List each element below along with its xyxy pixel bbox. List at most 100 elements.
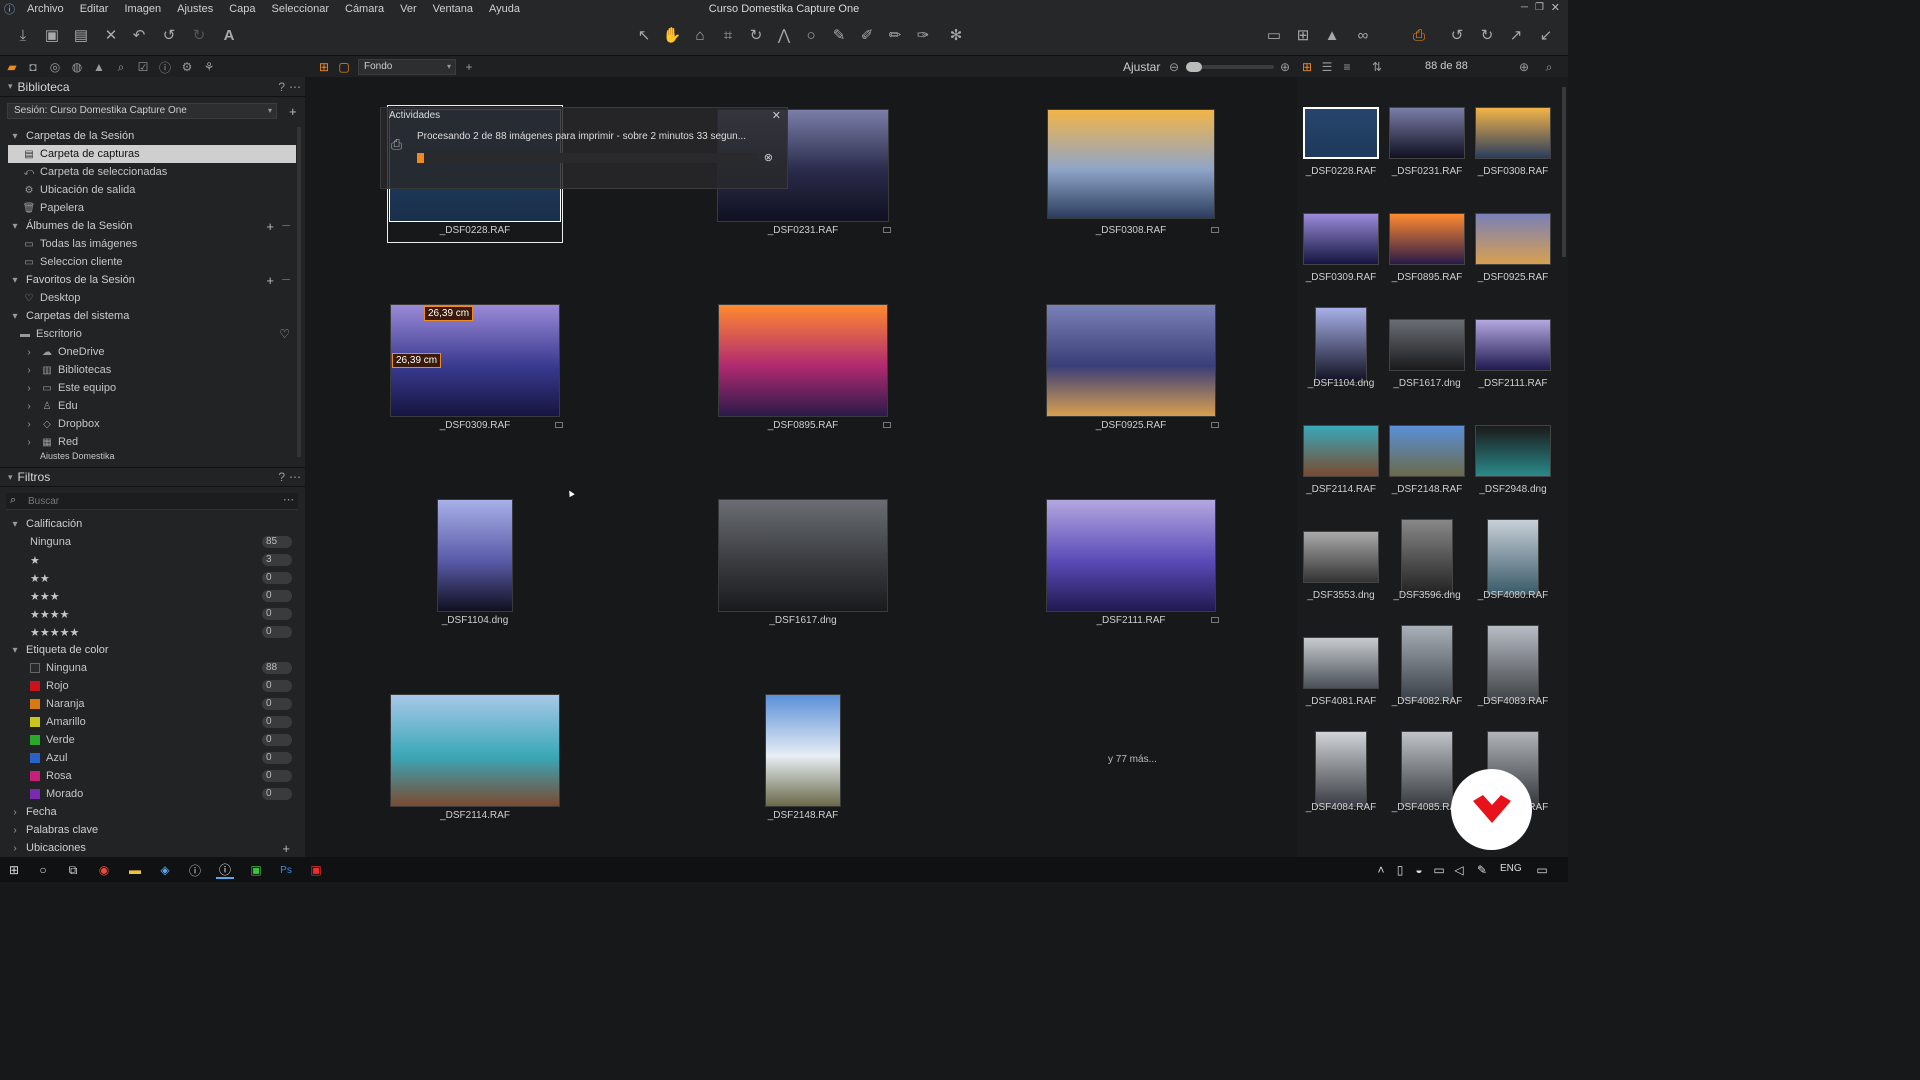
- zoom-out-icon[interactable]: ⊖: [1166, 59, 1182, 75]
- rating-filter-1[interactable]: ★ 3: [8, 551, 296, 569]
- menu-editar[interactable]: Editar: [72, 3, 117, 15]
- browser-grid-icon[interactable]: ⊞: [1299, 59, 1315, 75]
- cancel-activity-icon[interactable]: ⊗: [764, 151, 773, 164]
- eraser-icon[interactable]: ✏: [884, 24, 906, 46]
- minimize-icon[interactable]: ─: [1521, 2, 1528, 13]
- system-folder-este-equipo[interactable]: › ▭ Este equipo: [8, 379, 296, 397]
- print-icon[interactable]: ⎙: [1408, 24, 1430, 46]
- help-icon[interactable]: ?: [278, 80, 285, 94]
- filter-fecha[interactable]: › Fecha: [8, 803, 296, 821]
- camera-icon[interactable]: ▣: [41, 24, 63, 46]
- background-select[interactable]: Fondo ▾: [358, 59, 456, 75]
- browser-thumbnail[interactable]: [1315, 731, 1367, 807]
- monitor-icon[interactable]: ▭: [1430, 861, 1448, 879]
- browser-list-icon[interactable]: ☰: [1319, 59, 1335, 75]
- menu-camara[interactable]: Cámara: [337, 3, 392, 15]
- heart-icon[interactable]: ♡: [279, 327, 290, 341]
- session-folder-selects[interactable]: ⤺ Carpeta de seleccionadas: [8, 163, 296, 181]
- chrome-icon[interactable]: ◉: [95, 861, 113, 879]
- viewer-thumbnail[interactable]: [765, 694, 841, 807]
- text-icon[interactable]: A: [218, 24, 240, 46]
- filters-header[interactable]: ▾ Filtros ? ⋯: [0, 467, 305, 487]
- library-header[interactable]: ▾ Biblioteca ? ⋯: [0, 77, 305, 97]
- pen-icon[interactable]: ✎: [1473, 861, 1491, 879]
- sort-icon[interactable]: ⇅: [1369, 59, 1385, 75]
- albums-header[interactable]: ▾ Álbumes de la Sesión + ─: [8, 217, 296, 235]
- battery-icon[interactable]: ▯: [1391, 861, 1409, 879]
- zoom-fit-label[interactable]: Ajustar: [1123, 60, 1160, 74]
- browser-thumbnail[interactable]: [1475, 425, 1551, 477]
- library-scrollbar[interactable]: [297, 127, 301, 457]
- filter-locations[interactable]: › Ubicaciones +: [8, 839, 296, 857]
- color-filter-row[interactable]: Verde 0: [8, 731, 296, 749]
- language-indicator[interactable]: ENG: [1500, 863, 1522, 874]
- color-filter-row[interactable]: Ninguna 88: [8, 659, 296, 677]
- rating-header[interactable]: ▾ Calificación: [8, 515, 296, 533]
- circle-icon[interactable]: ○: [800, 24, 822, 46]
- app-icon[interactable]: ◈: [156, 861, 174, 879]
- viewer-thumbnail[interactable]: [437, 499, 513, 612]
- more-icon[interactable]: ⋯: [289, 470, 301, 484]
- rating-filter-5[interactable]: ★★★★★ 0: [8, 623, 296, 641]
- close-icon[interactable]: ✕: [772, 109, 781, 122]
- rotate-left-icon[interactable]: ↺: [1446, 24, 1468, 46]
- browser-thumbnail[interactable]: [1475, 319, 1551, 371]
- grid-icon[interactable]: ⊞: [1292, 24, 1314, 46]
- menu-archivo[interactable]: Archivo: [19, 3, 72, 15]
- viewer-thumbnail[interactable]: [1046, 304, 1216, 417]
- single-view-icon[interactable]: ▢: [336, 59, 352, 75]
- zoom-in-icon[interactable]: ⊕: [1277, 59, 1293, 75]
- rating-filter-2[interactable]: ★★ 0: [8, 569, 296, 587]
- viewer-thumbnail[interactable]: [718, 499, 888, 612]
- browser-thumbnail[interactable]: [1303, 637, 1379, 689]
- menu-ayuda[interactable]: Ayuda: [481, 3, 528, 15]
- exposure-tab-icon[interactable]: ▲: [91, 59, 107, 75]
- color-tag-header[interactable]: ▾ Etiqueta de color: [8, 641, 296, 659]
- viewer-thumbnail[interactable]: [1046, 499, 1216, 612]
- viewer-thumbnail[interactable]: [390, 694, 560, 807]
- browser-thumbnail[interactable]: [1389, 107, 1465, 159]
- rotate-right-icon[interactable]: ↻: [1476, 24, 1498, 46]
- more-icon[interactable]: ⋯: [283, 493, 294, 506]
- session-folders-header[interactable]: ▾ Carpetas de la Sesión: [8, 127, 296, 145]
- browser-thumbnail[interactable]: [1303, 107, 1379, 159]
- add-icon[interactable]: +: [289, 104, 297, 119]
- browser-thumbnail[interactable]: [1389, 425, 1465, 477]
- add-icon[interactable]: +: [266, 219, 274, 234]
- browser-thumbnail[interactable]: [1487, 625, 1539, 701]
- capture-one-icon[interactable]: ⓘ: [186, 861, 204, 879]
- details-tab-icon[interactable]: ⌕: [113, 59, 129, 75]
- restore-icon[interactable]: ❐: [1535, 2, 1544, 13]
- photoshop-icon[interactable]: Ps: [277, 861, 295, 879]
- chevron-up-icon[interactable]: ˄: [1372, 861, 1390, 879]
- undo-icon[interactable]: ↺: [158, 24, 180, 46]
- minus-icon[interactable]: ─: [282, 274, 290, 286]
- hand-icon[interactable]: ✋: [661, 24, 683, 46]
- expand-icon[interactable]: ↗: [1505, 24, 1527, 46]
- browser-details-icon[interactable]: ≡: [1339, 59, 1355, 75]
- system-folder-escritorio[interactable]: ▬ Escritorio ♡: [8, 325, 296, 343]
- gradient-icon[interactable]: ✑: [912, 24, 934, 46]
- favorite-desktop[interactable]: ♡ Desktop: [8, 289, 296, 307]
- capture-one-active-icon[interactable]: ⓘ: [216, 861, 234, 879]
- task-view-icon[interactable]: ⧉: [64, 861, 82, 879]
- add-icon[interactable]: +: [461, 59, 477, 75]
- windows-start-icon[interactable]: ⊞: [5, 861, 23, 879]
- close-window-icon[interactable]: ✕: [1551, 1, 1560, 14]
- browser-thumbnail[interactable]: [1401, 519, 1453, 595]
- menu-seleccionar[interactable]: Seleccionar: [264, 3, 337, 15]
- output-tab-icon[interactable]: ⚙: [179, 59, 195, 75]
- browser-thumbnail[interactable]: [1315, 307, 1367, 383]
- pointer-icon[interactable]: ↖: [633, 24, 655, 46]
- rotate-icon[interactable]: ↻: [745, 24, 767, 46]
- batch-tab-icon[interactable]: ⚘: [201, 59, 217, 75]
- undo-icon[interactable]: ↶: [128, 24, 150, 46]
- rating-filter-3[interactable]: ★★★ 0: [8, 587, 296, 605]
- notification-icon[interactable]: ▭: [1533, 861, 1551, 879]
- download-icon[interactable]: ⤓: [12, 24, 34, 46]
- file-explorer-icon[interactable]: ▬: [126, 861, 144, 879]
- color-filter-row[interactable]: Azul 0: [8, 749, 296, 767]
- system-folder-edu[interactable]: › ♙ Edu: [8, 397, 296, 415]
- system-folder-onedrive[interactable]: › ☁ OneDrive: [8, 343, 296, 361]
- session-select[interactable]: Sesión: Curso Domestika Capture One ▾: [7, 103, 277, 119]
